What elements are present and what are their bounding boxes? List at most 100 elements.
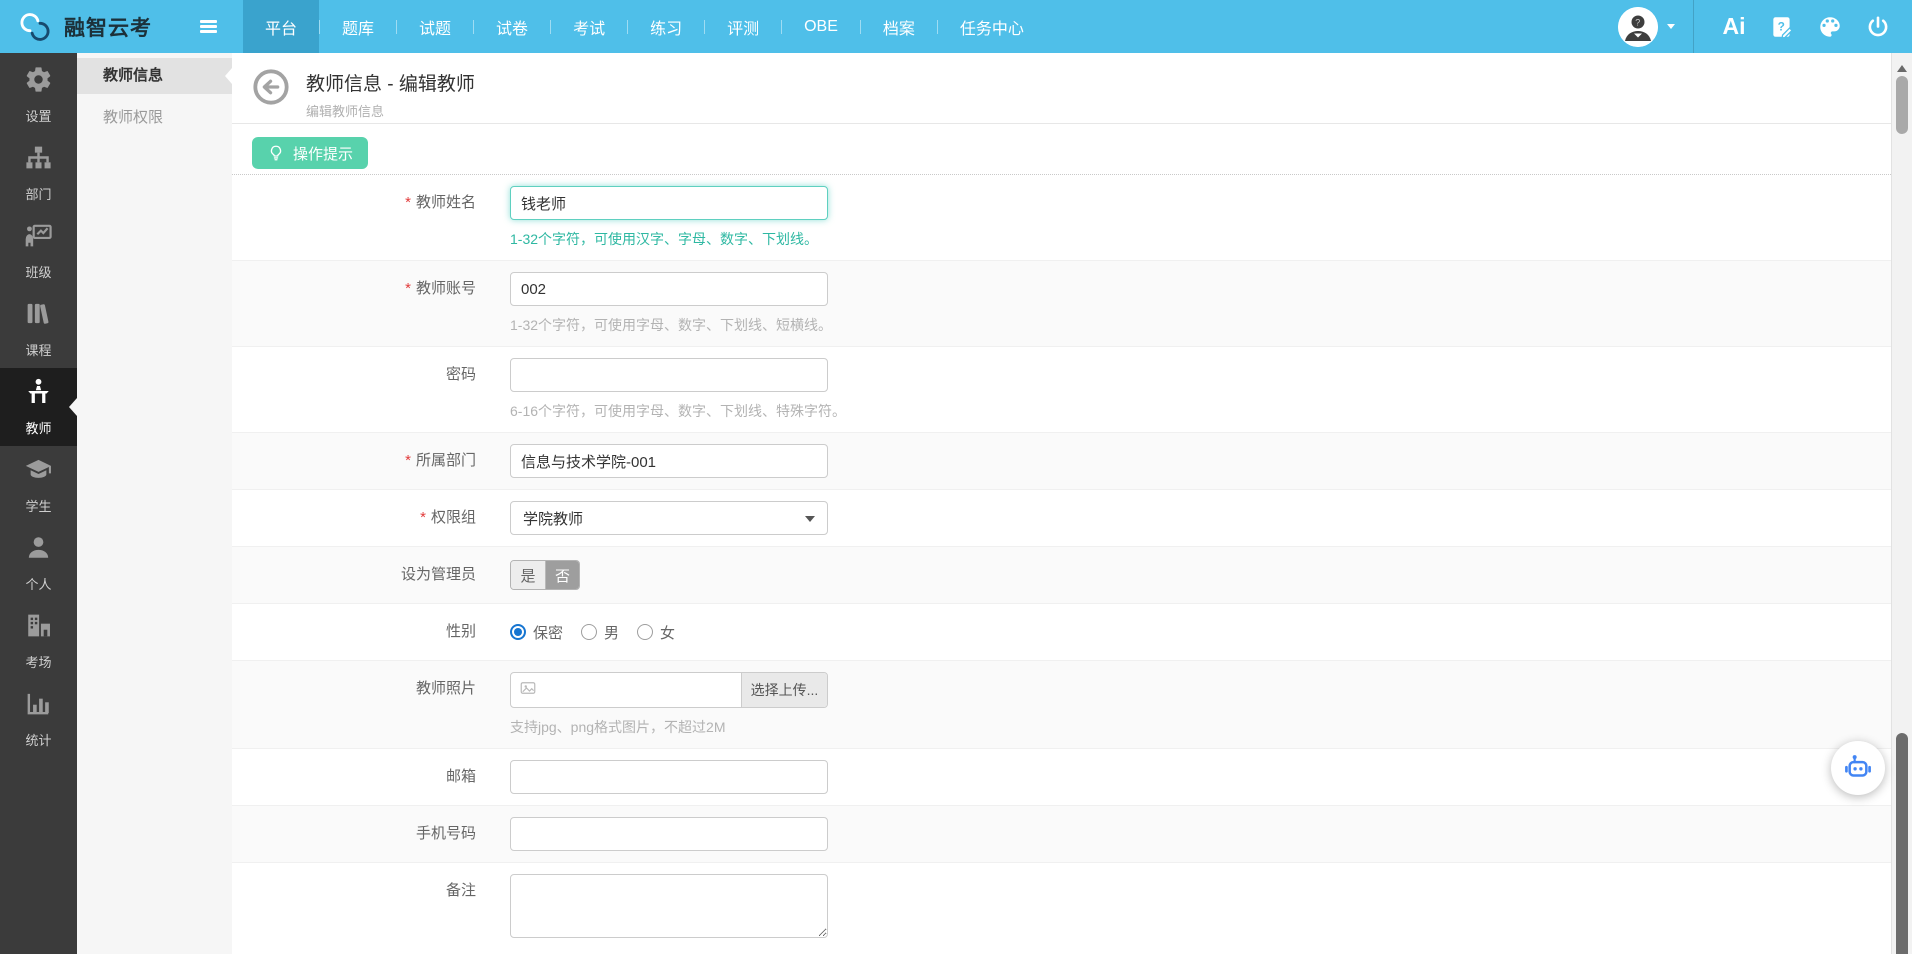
top-menu-item-任务中心[interactable]: 任务中心: [938, 0, 1046, 53]
required-asterisk: *: [420, 509, 426, 526]
sidebar-item-个人[interactable]: 个人: [0, 524, 77, 602]
form-row-email: 邮箱: [232, 749, 1891, 806]
field-control-phone: [510, 817, 828, 851]
teacher-account-input[interactable]: [510, 272, 828, 306]
form-row-admin: 设为管理员是否: [232, 547, 1891, 604]
sidebar-item-label: 课程: [25, 340, 51, 359]
sidebar-item-label: 学生: [25, 496, 51, 515]
robot-icon: [1838, 748, 1878, 788]
gender-radio-保密[interactable]: 保密: [510, 622, 563, 643]
sidebar-item-label: 部门: [25, 184, 51, 203]
topbar: 融智云考 平台题库试题试卷考试练习评测OBE档案任务中心 ? Ai ?: [0, 0, 1912, 53]
radio-icon: [510, 624, 526, 640]
avatar[interactable]: ?: [1618, 7, 1658, 47]
upload-button[interactable]: 选择上传...: [741, 673, 827, 707]
field-label-note: 备注: [232, 874, 476, 954]
form-row-permission-group: *权限组学院教师: [232, 490, 1891, 547]
gender-radio-女[interactable]: 女: [637, 622, 675, 643]
person-icon: [24, 533, 53, 567]
chevron-down-icon[interactable]: [1667, 24, 1675, 33]
bar-chart-icon: [24, 689, 53, 723]
field-control-gender: 保密男 女: [510, 615, 675, 649]
form-row-gender: 性别 保密男 女: [232, 604, 1891, 661]
back-button[interactable]: [252, 68, 290, 106]
collapse-menu-icon[interactable]: [200, 20, 217, 23]
radio-icon: [637, 624, 653, 640]
field-label-permission-group: *权限组: [232, 501, 476, 535]
ai-button[interactable]: Ai: [1710, 0, 1758, 53]
help-feedback-button[interactable]: ?: [1758, 0, 1806, 53]
email-input[interactable]: [510, 760, 828, 794]
top-menu-item-练习[interactable]: 练习: [628, 0, 704, 53]
sidebar-item-学生[interactable]: 学生: [0, 446, 77, 524]
field-control-permission-group: 学院教师: [510, 501, 828, 535]
scrollbar-up-arrow[interactable]: [1897, 60, 1907, 72]
field-label-gender: 性别: [232, 615, 476, 649]
field-hint-teacher-name: 1-32个字符，可使用汉字、字母、数字、下划线。: [510, 229, 828, 249]
page-titles: 教师信息 - 编辑教师 编辑教师信息: [306, 68, 475, 120]
note-textarea[interactable]: [510, 874, 828, 938]
top-menu-item-考试[interactable]: 考试: [551, 0, 627, 53]
page-header: 教师信息 - 编辑教师 编辑教师信息: [232, 53, 1891, 124]
chevron-down-icon: [805, 516, 815, 527]
required-asterisk: *: [405, 452, 411, 469]
sidebar-item-考场[interactable]: 考场: [0, 602, 77, 680]
top-menu-item-OBE[interactable]: OBE: [782, 0, 860, 53]
sidebar-item-label: 设置: [25, 106, 51, 125]
main-sidebar: 设置部门班级课程教师学生个人考场统计: [0, 53, 77, 954]
form-row-password: 密码 6-16个字符，可使用字母、数字、下划线、特殊字符。: [232, 347, 1891, 433]
radio-label: 女: [660, 622, 675, 643]
top-menu-item-试卷[interactable]: 试卷: [474, 0, 550, 53]
sidebar-item-统计[interactable]: 统计: [0, 680, 77, 758]
ai-assistant-button[interactable]: [1831, 741, 1885, 795]
operation-tips-label: 操作提示: [293, 143, 353, 164]
page-subtitle: 编辑教师信息: [306, 101, 475, 120]
field-control-email: [510, 760, 828, 794]
sidebar-item-课程[interactable]: 课程: [0, 290, 77, 368]
field-control-password: 6-16个字符，可使用字母、数字、下划线、特殊字符。: [510, 358, 846, 421]
help-doc-icon: ?: [1769, 14, 1795, 40]
svg-text:?: ?: [1635, 17, 1640, 27]
subsidebar-item-教师信息[interactable]: 教师信息: [77, 58, 232, 94]
field-control-teacher-account: 1-32个字符，可使用字母、数字、下划线、短横线。: [510, 272, 832, 335]
org-chart-icon: [24, 143, 53, 177]
scrollbar-thumb-bottom[interactable]: [1896, 733, 1908, 954]
field-label-password: 密码: [232, 358, 476, 421]
field-label-photo: 教师照片: [232, 672, 476, 737]
sidebar-item-教师[interactable]: 教师: [0, 368, 77, 446]
sidebar-item-部门[interactable]: 部门: [0, 134, 77, 212]
required-asterisk: *: [405, 194, 411, 211]
grad-cap-icon: [24, 455, 53, 489]
brand-logo-icon: [16, 8, 54, 46]
power-icon: [1865, 14, 1891, 40]
admin-toggle[interactable]: 是否: [510, 560, 580, 590]
field-hint-password: 6-16个字符，可使用字母、数字、下划线、特殊字符。: [510, 401, 846, 421]
gender-radio-男[interactable]: 男: [581, 622, 619, 643]
logout-button[interactable]: [1854, 0, 1902, 53]
scrollbar-thumb[interactable]: [1896, 76, 1908, 134]
top-menu-item-档案[interactable]: 档案: [861, 0, 937, 53]
admin-toggle-option-否[interactable]: 否: [545, 561, 579, 589]
top-menu-item-试题[interactable]: 试题: [397, 0, 473, 53]
teacher-name-input[interactable]: [510, 186, 828, 220]
top-menu-item-题库[interactable]: 题库: [320, 0, 396, 53]
photo-upload-field[interactable]: [511, 673, 741, 707]
top-menu-item-评测[interactable]: 评测: [705, 0, 781, 53]
svg-text:?: ?: [1778, 19, 1785, 33]
department-input[interactable]: [510, 444, 828, 478]
top-menu-item-平台[interactable]: 平台: [243, 0, 319, 53]
scrollbar[interactable]: [1891, 53, 1912, 954]
operation-tips-button[interactable]: 操作提示: [252, 137, 368, 169]
brand: 融智云考: [0, 8, 176, 46]
topbar-right: ? Ai ?: [1618, 0, 1912, 53]
password-input[interactable]: [510, 358, 828, 392]
form-row-department: *所属部门: [232, 433, 1891, 490]
sidebar-item-设置[interactable]: 设置: [0, 56, 77, 134]
admin-toggle-option-是[interactable]: 是: [511, 561, 545, 589]
sidebar-item-label: 考场: [25, 652, 51, 671]
permission-group-select[interactable]: 学院教师: [510, 501, 828, 535]
sidebar-item-班级[interactable]: 班级: [0, 212, 77, 290]
subsidebar-item-教师权限[interactable]: 教师权限: [77, 100, 232, 136]
theme-button[interactable]: [1806, 0, 1854, 53]
phone-input[interactable]: [510, 817, 828, 851]
